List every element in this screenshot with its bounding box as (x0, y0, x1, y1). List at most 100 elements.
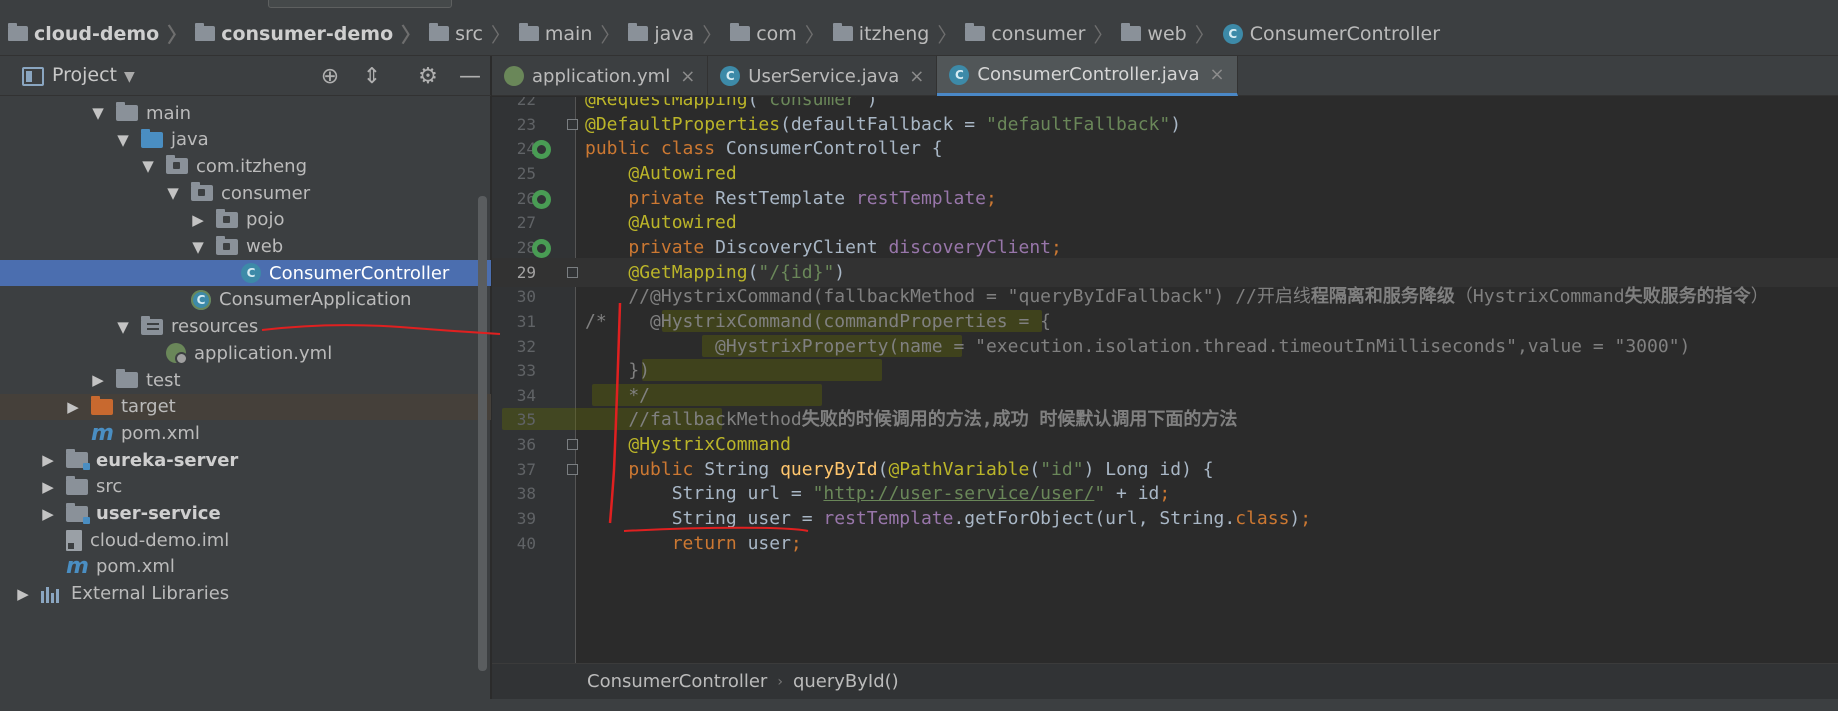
fold-marker-icon[interactable] (567, 266, 578, 278)
tree-item-label: com.itzheng (196, 155, 307, 177)
tree-item[interactable]: ▼ consumer (0, 180, 491, 206)
tree-item[interactable]: ▶ target (0, 393, 491, 420)
code-token: ( (747, 97, 759, 110)
tree-item[interactable]: ▶mpom.xml (0, 554, 491, 580)
tree-item[interactable]: ▶ test (0, 367, 491, 393)
tree-item[interactable]: ▼ com.itzheng (0, 153, 491, 179)
tree-item[interactable]: ▶mpom.xml (0, 420, 491, 446)
locate-icon[interactable]: ⊕ (316, 62, 344, 90)
tree-item[interactable]: ▼ java (0, 127, 491, 153)
breadcrumb-item[interactable]: main 〉 (511, 19, 620, 48)
expand-right-icon[interactable]: ▶ (40, 478, 56, 496)
expand-right-icon[interactable]: ▶ (65, 398, 81, 416)
expand-down-icon[interactable]: ▼ (115, 131, 131, 149)
expand-down-icon[interactable]: ▼ (90, 104, 106, 122)
tree-item[interactable]: ▶cloud-demo.iml (0, 527, 491, 553)
expand-right-icon[interactable]: ▶ (90, 371, 106, 389)
tree-item[interactable]: ▶ eureka-server (0, 447, 491, 473)
editor-crumb-class[interactable]: ConsumerController (587, 671, 767, 692)
expand-right-icon[interactable]: ▶ (190, 211, 206, 229)
breadcrumb-separator: 〉 (401, 23, 422, 47)
chevron-down-icon[interactable]: ▼ (124, 69, 135, 85)
code-token: @Autowired (628, 212, 737, 234)
spring-bean-icon[interactable] (532, 238, 551, 258)
editor-crumb-method[interactable]: queryById() (793, 671, 899, 692)
code-token: "defaultFallback" (985, 113, 1171, 135)
collapse-all-icon[interactable]: ⇕ (358, 62, 386, 90)
fold-marker-icon[interactable] (567, 463, 578, 475)
close-icon[interactable]: × (909, 66, 924, 87)
breadcrumb-item[interactable]: web 〉 (1113, 19, 1215, 48)
tree-item-label: main (146, 102, 191, 124)
editor-tabs: application.yml × C UserService.java × C Consu… (492, 56, 1838, 96)
breadcrumb-label: consumer (991, 22, 1086, 45)
tab-label: ConsumerController.java (977, 64, 1200, 85)
code-token: ; (1051, 236, 1062, 258)
code-token: class (1235, 508, 1290, 530)
code-token: " (812, 483, 824, 505)
tree-item[interactable]: ▶ External Libraries (0, 581, 491, 607)
tree-item[interactable]: ▶ src (0, 474, 491, 500)
tree-item[interactable]: ▶CConsumerController (0, 260, 491, 287)
editor-tab[interactable]: application.yml × (492, 56, 709, 96)
breadcrumb-item[interactable]: java 〉 (620, 19, 722, 48)
tree-item[interactable]: ▶ user-service (0, 501, 491, 527)
fold-marker-icon[interactable] (567, 118, 578, 130)
code-token: @HystrixCommand (628, 434, 791, 456)
code-editor[interactable]: 22 @RequestMapping("consumer") 23 @DefaultP… (492, 97, 1838, 663)
spring-bean-icon[interactable] (532, 189, 551, 209)
spring-bean-icon[interactable] (532, 140, 551, 160)
code-token: ; (790, 532, 802, 554)
code-line[interactable]: 40 return user; (492, 529, 1838, 558)
tree-item[interactable]: ▶application.yml (0, 340, 491, 366)
class-icon: C (949, 64, 970, 85)
expand-down-icon[interactable]: ▼ (165, 184, 181, 202)
breadcrumb-item[interactable]: C ConsumerController (1215, 23, 1440, 45)
breadcrumb-item[interactable]: com 〉 (722, 19, 825, 48)
tree-item[interactable]: ▶CConsumerApplication (0, 287, 491, 313)
code-token: ConsumerController { (725, 138, 943, 160)
expand-right-icon[interactable]: ▶ (15, 585, 31, 603)
code-token: RestTemplate (715, 187, 856, 209)
tree-item-label: ConsumerApplication (219, 289, 412, 311)
tab-label: application.yml (532, 65, 671, 87)
tree-item-label: External Libraries (71, 583, 230, 605)
breadcrumb-label: web (1147, 22, 1187, 45)
breadcrumb-label: com (756, 22, 797, 45)
tree-item[interactable]: ▼ web (0, 234, 491, 260)
tree-item-label: cloud-demo.iml (90, 529, 230, 551)
tree-item[interactable]: ▶ pojo (0, 207, 491, 233)
code-token: private (628, 187, 716, 209)
code-token: return (671, 532, 748, 554)
library-icon (41, 585, 63, 603)
tree-item[interactable]: ▼ resources (0, 314, 491, 340)
gear-icon[interactable]: ⚙ (414, 62, 442, 90)
breadcrumb-item[interactable]: consumer-demo 〉 (187, 19, 421, 48)
toolbar-run-config[interactable] (268, 0, 452, 8)
close-icon[interactable]: × (680, 66, 695, 87)
hide-panel-icon[interactable]: — (456, 62, 484, 90)
resources-folder-icon (141, 315, 163, 335)
expand-down-icon[interactable]: ▼ (115, 318, 131, 336)
expand-down-icon[interactable]: ▼ (190, 238, 206, 256)
close-icon[interactable]: × (1210, 64, 1225, 85)
expand-down-icon[interactable]: ▼ (140, 157, 156, 175)
package-icon (166, 155, 188, 175)
breadcrumb-item[interactable]: src 〉 (421, 19, 511, 48)
code-token: private (628, 236, 716, 258)
breadcrumb-item[interactable]: cloud-demo 〉 (0, 19, 187, 48)
folder-icon (628, 23, 649, 41)
tree-item[interactable]: ▼ main (0, 100, 491, 126)
editor-tab[interactable]: C ConsumerController.java × (937, 56, 1238, 96)
fold-marker-icon[interactable] (567, 439, 578, 451)
maven-icon: m (66, 554, 89, 580)
code-token: discoveryClient (888, 236, 1052, 258)
breadcrumb-item[interactable]: itzheng 〉 (825, 19, 957, 48)
folder-icon (66, 475, 88, 495)
breadcrumb-item[interactable]: consumer 〉 (957, 19, 1113, 48)
editor-tab[interactable]: C UserService.java × (708, 56, 938, 96)
expand-right-icon[interactable]: ▶ (40, 505, 56, 523)
tree-scrollbar[interactable] (478, 196, 487, 671)
maven-icon: m (91, 420, 114, 446)
expand-right-icon[interactable]: ▶ (40, 451, 56, 469)
